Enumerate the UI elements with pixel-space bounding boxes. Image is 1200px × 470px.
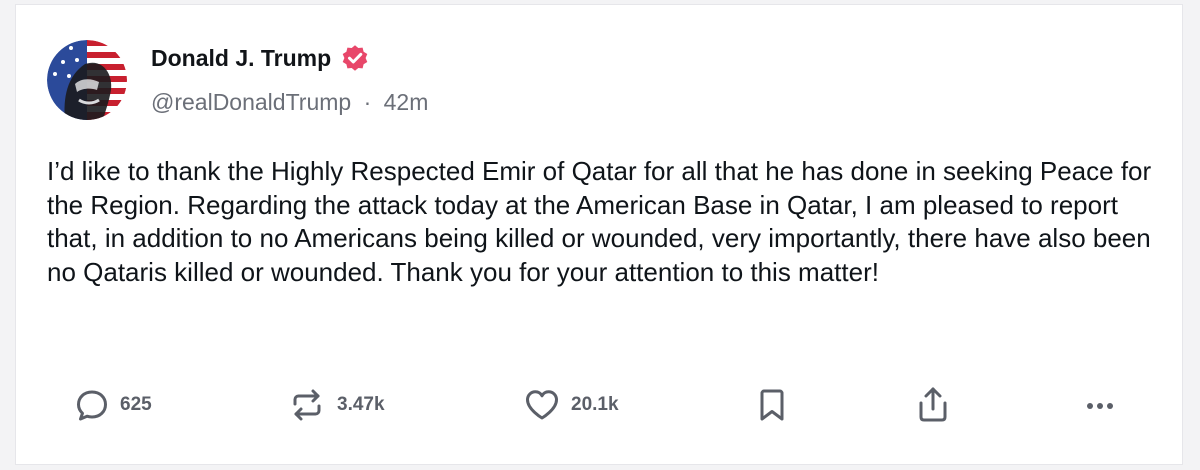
repost-button[interactable]: 3.47k [287, 385, 385, 425]
bookmark-button[interactable] [757, 385, 787, 425]
reply-icon [74, 387, 110, 423]
separator: · [363, 89, 372, 115]
avatar-image [47, 40, 127, 120]
like-count: 20.1k [571, 394, 619, 415]
more-icon [1082, 387, 1118, 423]
heart-icon [523, 387, 561, 423]
action-bar: 625 3.47k 20.1k [16, 385, 1182, 425]
timestamp[interactable]: 42m [384, 89, 429, 115]
like-button[interactable]: 20.1k [523, 385, 619, 425]
handle-row: @realDonaldTrump · 42m [151, 89, 428, 116]
author-row: Donald J. Trump [151, 43, 370, 73]
reply-count: 625 [120, 394, 152, 415]
repost-icon [287, 387, 327, 423]
post-text: I’d like to thank the Highly Respected E… [47, 156, 1152, 287]
post-card: Donald J. Trump @realDonaldTrump · 42m I… [15, 4, 1183, 465]
share-icon [916, 386, 950, 424]
share-button[interactable] [916, 385, 950, 425]
author-name[interactable]: Donald J. Trump [151, 45, 331, 72]
more-options-button[interactable] [1082, 385, 1118, 425]
bookmark-icon [757, 387, 787, 423]
verified-badge-icon [340, 43, 370, 73]
repost-count: 3.47k [337, 394, 385, 415]
avatar[interactable] [47, 40, 127, 120]
handle[interactable]: @realDonaldTrump [151, 89, 351, 115]
reply-button[interactable]: 625 [74, 385, 152, 425]
